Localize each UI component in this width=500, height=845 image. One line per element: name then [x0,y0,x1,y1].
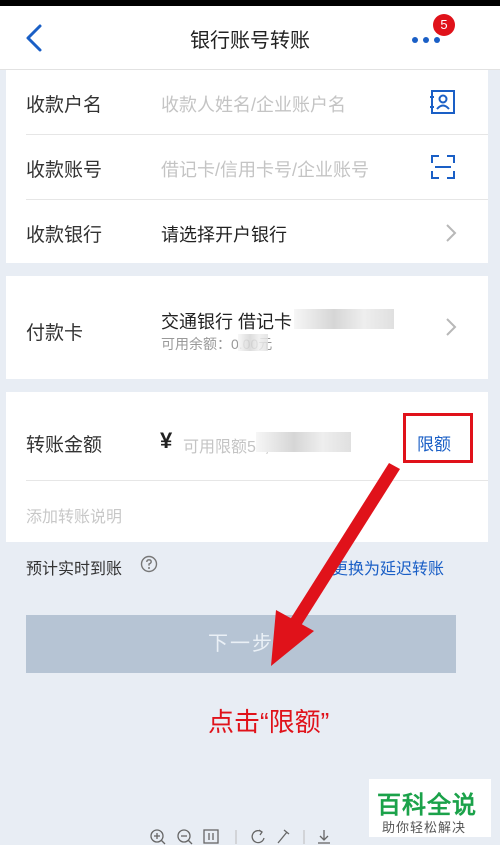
watermark-logo: 百科全说 助你轻松解决 [369,779,491,837]
payee-bank-select[interactable]: 请选择开户银行 [161,221,287,247]
rotate-icon [251,829,265,844]
viewer-toolbar [150,829,330,845]
payee-name-input[interactable]: 收款人姓名/企业账户名 [161,91,346,117]
download-icon [318,830,330,844]
pencil-icon [277,829,290,844]
watermark-title: 百科全说 [377,792,477,819]
payee-account-row[interactable]: 收款账号 借记卡/信用卡号/企业账号 [6,135,488,199]
payee-name-label: 收款户名 [26,95,103,116]
payment-card-name: 交通银行 借记卡 [161,312,293,332]
masked-balance [238,334,268,351]
amount-label: 转账金额 [26,435,103,456]
payee-card: 收款户名 收款人姓名/企业账户名 收款账号 借记卡/信用卡号/企业账号 收款银行… [6,70,488,263]
arrival-text: 预计实时到账 [26,561,123,578]
masked-card-number [294,309,394,329]
divider [26,480,488,481]
watermark-subtitle: 助你轻松解决 [382,820,467,835]
actual-size-icon [203,829,219,844]
payment-card-section[interactable]: 付款卡 交通银行 借记卡 可用余额：0.00元 [6,276,488,379]
chevron-right-icon [446,224,457,242]
switch-delayed-transfer-link[interactable]: 更换为延迟转账 [332,555,444,579]
limit-link[interactable]: 限额 [417,430,451,455]
currency-symbol: ¥ [160,428,173,453]
nav-bar: 银行账号转账 5 [0,6,500,70]
zoom-in-icon [150,829,166,845]
payee-bank-row[interactable]: 收款银行 请选择开户银行 [6,200,488,264]
zoom-out-icon [177,829,193,845]
transfer-note-input[interactable]: 添加转账说明 [26,503,122,527]
chevron-right-icon [446,318,457,336]
contact-book-icon[interactable] [430,89,456,115]
payee-bank-label: 收款银行 [26,225,103,246]
payee-account-label: 收款账号 [26,160,103,181]
payment-card-label: 付款卡 [26,323,84,344]
notification-badge: 5 [433,14,455,36]
next-step-button[interactable]: 下一步 [26,615,456,673]
payee-account-input[interactable]: 借记卡/信用卡号/企业账号 [161,156,369,182]
help-circle-icon[interactable] [140,555,158,573]
payee-name-row[interactable]: 收款户名 收款人姓名/企业账户名 [6,70,488,134]
masked-limit-value [256,432,351,452]
scan-icon[interactable] [430,154,456,180]
annotation-text: 点击“限额” [208,707,330,737]
